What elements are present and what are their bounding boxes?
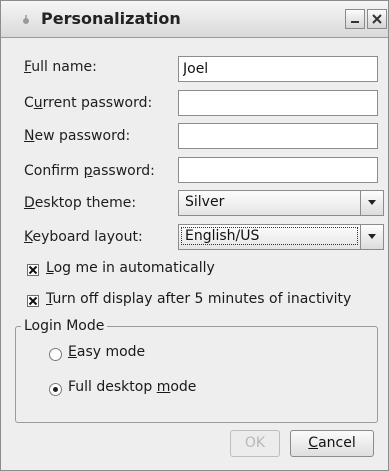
confirm-password-label: Confirm password:: [24, 163, 155, 179]
new-password-label: New password:: [24, 128, 131, 144]
radio-selected-dot: [53, 387, 58, 392]
minimize-button[interactable]: [345, 9, 365, 29]
display-off-label[interactable]: Turn off display after 5 minutes of inac…: [46, 291, 351, 307]
desktop-theme-label: Desktop theme:: [24, 195, 137, 211]
login-mode-legend: Login Mode: [21, 318, 108, 334]
confirm-password-input[interactable]: [178, 157, 378, 183]
keyboard-layout-value: English/US: [181, 227, 358, 245]
login-automatically-label[interactable]: Log me in automatically: [46, 260, 215, 276]
cancel-button[interactable]: Cancel: [290, 430, 374, 457]
new-password-input[interactable]: [178, 123, 378, 149]
keyboard-layout-label: Keyboard layout:: [24, 229, 143, 245]
desktop-theme-dropdown-button[interactable]: [360, 191, 383, 215]
chevron-down-icon: [368, 234, 376, 239]
keyboard-layout-dropdown-button[interactable]: [360, 225, 383, 249]
app-icon: [23, 15, 29, 24]
check-mark-icon: [28, 265, 38, 275]
ok-button[interactable]: OK: [230, 430, 280, 457]
keyboard-layout-select[interactable]: English/US: [178, 224, 384, 250]
full-desktop-mode-label[interactable]: Full desktop mode: [68, 379, 196, 395]
easy-mode-label[interactable]: Easy mode: [68, 344, 145, 360]
check-mark-icon: [28, 296, 38, 306]
minimize-icon: [351, 21, 359, 23]
full-desktop-mode-radio[interactable]: [49, 383, 62, 396]
full-name-input[interactable]: [178, 56, 378, 82]
current-password-input[interactable]: [178, 90, 378, 116]
display-off-checkbox[interactable]: [27, 295, 39, 307]
current-password-label: Current password:: [24, 95, 153, 111]
title-bar[interactable]: Personalization: [1, 1, 388, 38]
close-icon: [372, 14, 382, 24]
easy-mode-radio[interactable]: [49, 348, 62, 361]
personalization-dialog: Personalization Full name: Current passw…: [0, 0, 389, 471]
login-mode-group: [15, 326, 378, 423]
full-name-label: Full name:: [24, 59, 97, 75]
close-button[interactable]: [367, 9, 387, 29]
chevron-down-icon: [368, 200, 376, 205]
window-title: Personalization: [41, 9, 181, 28]
desktop-theme-select[interactable]: Silver: [178, 190, 384, 216]
login-automatically-checkbox[interactable]: [27, 264, 39, 276]
desktop-theme-value: Silver: [185, 194, 225, 210]
